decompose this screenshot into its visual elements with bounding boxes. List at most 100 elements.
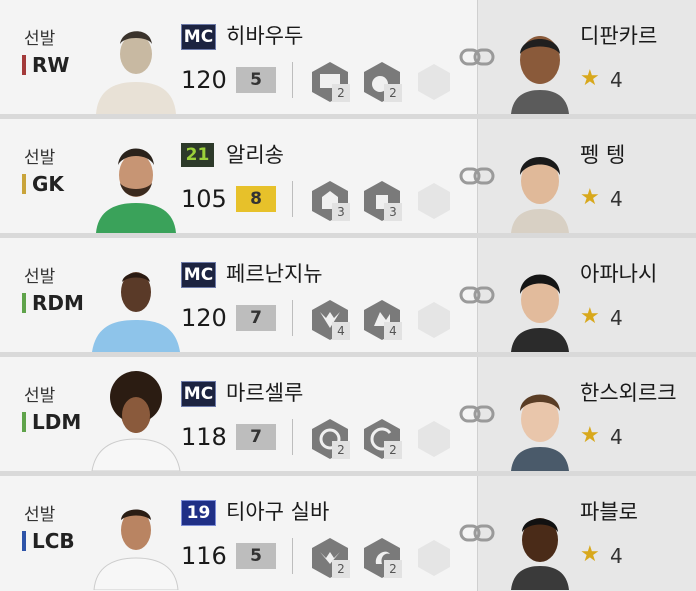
star-icon: ★ xyxy=(580,304,600,329)
trait-icon[interactable]: 2 xyxy=(360,536,404,580)
link-icon[interactable] xyxy=(459,282,495,308)
trait-level: 2 xyxy=(384,441,402,459)
position-text: RDM xyxy=(32,291,84,315)
slot-label: 선발 xyxy=(24,267,56,287)
empty-trait-slot xyxy=(412,179,456,223)
position-color-bar xyxy=(22,531,26,551)
player-name[interactable]: 알리송 xyxy=(226,139,284,169)
squad-list: 선발 RW MC 히바우두 120 5 2 2 디판카르 ★ 4 선발 GK 2… xyxy=(0,0,696,591)
player-avatar xyxy=(88,12,184,114)
player-avatar xyxy=(88,131,184,233)
player-ovr: 116 xyxy=(181,542,227,570)
trait-level: 3 xyxy=(332,203,350,221)
coach-grade: 4 xyxy=(610,544,623,568)
coach-grade: 4 xyxy=(610,425,623,449)
position-label: GK xyxy=(22,171,64,197)
position-color-bar xyxy=(22,293,26,313)
trait-level: 4 xyxy=(384,322,402,340)
empty-trait-slot xyxy=(412,298,456,342)
player-avatar xyxy=(88,250,184,352)
coach-grade: 4 xyxy=(610,306,623,330)
player-name[interactable]: 티아구 실바 xyxy=(226,496,329,526)
trait-icon[interactable]: 2 xyxy=(308,60,352,104)
position-color-bar xyxy=(22,55,26,75)
position-color-bar xyxy=(22,174,26,194)
link-icon[interactable] xyxy=(459,163,495,189)
trait-icon[interactable]: 4 xyxy=(308,298,352,342)
player-name[interactable]: 페르난지뉴 xyxy=(226,258,323,288)
trait-level: 3 xyxy=(384,203,402,221)
stat-divider xyxy=(292,300,293,336)
coach-name[interactable]: 한스외르크 xyxy=(580,377,677,407)
empty-trait-slot xyxy=(412,417,456,461)
link-icon[interactable] xyxy=(459,401,495,427)
season-badge: 21 xyxy=(181,143,214,167)
coach-grade: 4 xyxy=(610,187,623,211)
trait-icon[interactable]: 2 xyxy=(360,417,404,461)
trait-level: 2 xyxy=(384,560,402,578)
position-text: LDM xyxy=(32,410,82,434)
position-label: RW xyxy=(22,52,69,78)
trait-level: 4 xyxy=(332,322,350,340)
coach-name[interactable]: 파블로 xyxy=(580,496,638,526)
trait-level: 2 xyxy=(332,441,350,459)
star-icon: ★ xyxy=(580,423,600,448)
trait-icon[interactable]: 3 xyxy=(308,179,352,223)
trait-icon[interactable]: 2 xyxy=(360,60,404,104)
enhance-grade-badge: 7 xyxy=(236,305,276,331)
star-icon: ★ xyxy=(580,185,600,210)
position-label: RDM xyxy=(22,290,84,316)
enhance-grade-badge: 5 xyxy=(236,543,276,569)
player-ovr: 105 xyxy=(181,185,227,213)
empty-trait-slot xyxy=(412,60,456,104)
star-icon: ★ xyxy=(580,542,600,567)
enhance-grade-badge: 5 xyxy=(236,67,276,93)
squad-row[interactable]: 선발 RW MC 히바우두 120 5 2 2 디판카르 ★ 4 xyxy=(0,0,696,114)
squad-row[interactable]: 선발 LDM MC 마르셀루 118 7 2 2 한스외르크 ★ 4 xyxy=(0,357,696,471)
enhance-grade-badge: 8 xyxy=(236,186,276,212)
link-icon[interactable] xyxy=(459,44,495,70)
coach-avatar xyxy=(511,518,569,590)
slot-label: 선발 xyxy=(24,505,56,525)
coach-avatar xyxy=(511,36,569,114)
trait-icon[interactable]: 3 xyxy=(360,179,404,223)
squad-row[interactable]: 선발 RDM MC 페르난지뉴 120 7 4 4 아파나시 ★ 4 xyxy=(0,238,696,352)
enhance-grade-badge: 7 xyxy=(236,424,276,450)
squad-row[interactable]: 선발 GK 21 알리송 105 8 3 3 펭 텡 ★ 4 xyxy=(0,119,696,233)
season-badge: MC xyxy=(181,262,216,288)
empty-trait-slot xyxy=(412,536,456,580)
link-icon[interactable] xyxy=(459,520,495,546)
position-text: RW xyxy=(32,53,70,77)
trait-level: 2 xyxy=(384,84,402,102)
trait-icon[interactable]: 4 xyxy=(360,298,404,342)
position-label: LCB xyxy=(22,528,75,554)
squad-row[interactable]: 선발 LCB 19 티아구 실바 116 5 2 2 파블로 ★ 4 xyxy=(0,476,696,591)
position-label: LDM xyxy=(22,409,81,435)
coach-name[interactable]: 아파나시 xyxy=(580,258,657,288)
coach-grade: 4 xyxy=(610,68,623,92)
coach-avatar xyxy=(511,394,569,471)
position-text: LCB xyxy=(32,529,75,553)
slot-label: 선발 xyxy=(24,386,56,406)
coach-name[interactable]: 디판카르 xyxy=(580,20,657,50)
stat-divider xyxy=(292,62,293,98)
position-color-bar xyxy=(22,412,26,432)
trait-level: 2 xyxy=(332,84,350,102)
slot-label: 선발 xyxy=(24,148,56,168)
coach-name[interactable]: 펭 텡 xyxy=(580,139,625,169)
season-badge: MC xyxy=(181,381,216,407)
player-panel[interactable] xyxy=(0,0,478,114)
trait-icon[interactable]: 2 xyxy=(308,536,352,580)
player-ovr: 120 xyxy=(181,304,227,332)
player-name[interactable]: 히바우두 xyxy=(226,20,303,50)
coach-avatar xyxy=(511,157,569,233)
position-text: GK xyxy=(32,172,64,196)
player-ovr: 120 xyxy=(181,66,227,94)
season-badge: 19 xyxy=(181,500,216,526)
slot-label: 선발 xyxy=(24,29,56,49)
coach-avatar xyxy=(511,274,569,352)
trait-icon[interactable]: 2 xyxy=(308,417,352,461)
stat-divider xyxy=(292,181,293,217)
player-name[interactable]: 마르셀루 xyxy=(226,377,303,407)
player-panel[interactable] xyxy=(0,119,478,233)
